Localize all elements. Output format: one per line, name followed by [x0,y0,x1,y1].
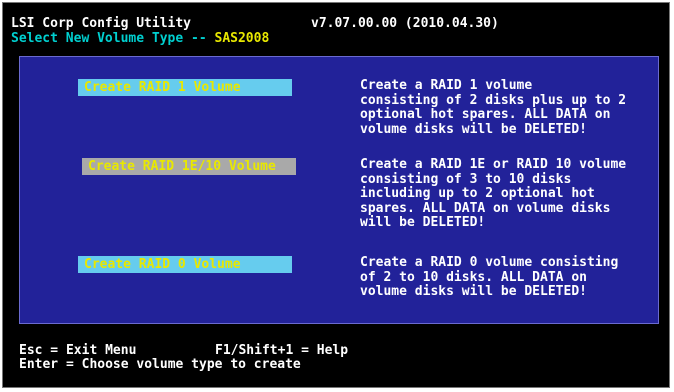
bios-screen: LSI Corp Config Utility v7.07.00.00 (201… [2,2,670,388]
esc-key-hint: Esc = Exit Menu [19,343,137,358]
create-raid1e10-option[interactable]: Create RAID 1E/10 Volume [82,158,296,175]
description-line: Create a RAID 1 volume [360,78,533,93]
description-line: optional hot spares. ALL DATA on [360,107,611,122]
description-line: of 2 to 10 disks. ALL DATA on [360,269,587,285]
raid1e10-description: Create a RAID 1E or RAID 10 volume consi… [360,157,656,231]
description-line: volume disks will be DELETED! [360,121,587,137]
description-line: volume disks will be DELETED! [360,284,587,299]
subtitle-prefix: Select New Volume Type -- [11,31,215,46]
description-line: consisting of 2 disks plus up to 2 [360,92,627,108]
page-subtitle: Select New Volume Type -- SAS2008 [11,32,269,46]
description-line: will be DELETED! [360,215,486,230]
description-line: Create a RAID 1E or RAID 10 volume [360,157,627,172]
help-key-hint: F1/Shift+1 = Help [215,343,349,358]
header: LSI Corp Config Utility v7.07.00.00 (201… [11,17,661,51]
description-line: Create a RAID 0 volume consisting [360,255,619,270]
app-version: v7.07.00.00 (2010.04.30) [311,16,499,31]
create-raid0-option[interactable]: Create RAID 0 Volume [78,256,292,273]
enter-key-hint: Enter = Choose volume type to create [19,357,301,372]
description-line: consisting of 3 to 10 disks [360,171,572,187]
volume-type-panel: Create RAID 1 Volume Create a RAID 1 vol… [19,56,659,324]
description-line: spares. ALL DATA on volume disks [360,200,611,216]
create-raid1-option[interactable]: Create RAID 1 Volume [78,79,292,96]
raid0-description: Create a RAID 0 volume consisting of 2 t… [360,255,656,300]
key-help-footer: Esc = Exit Menu F1/Shift+1 = Help Enter … [19,344,659,378]
description-line: including up to 2 optional hot [360,186,595,201]
controller-name: SAS2008 [214,31,270,46]
app-title: LSI Corp Config Utility [11,16,192,31]
raid1-description: Create a RAID 1 volume consisting of 2 d… [360,78,656,137]
